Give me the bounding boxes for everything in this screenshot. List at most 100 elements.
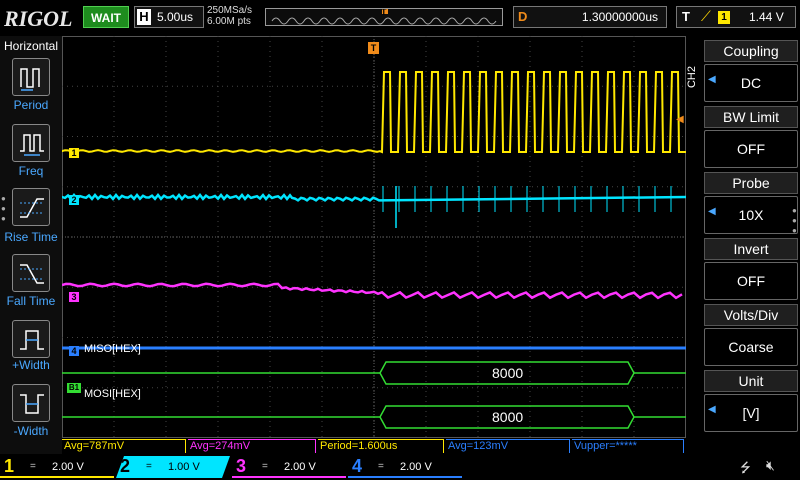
speaker-mute-icon[interactable]: 🔇︎ (766, 457, 775, 474)
channel-indicator: CH2 (686, 66, 698, 89)
left-function-menu: Horizontal Period Freq Rise Time Fall Ti… (0, 36, 62, 454)
miso-bus-value: 8000 (492, 365, 524, 381)
ch3-marker[interactable]: 3 (69, 292, 79, 302)
sample-rate: 250MSa/s (207, 5, 253, 16)
trigger-level: 1.44 V (749, 10, 784, 24)
trigger-box[interactable]: T ⟋ 1 1.44 V (676, 6, 796, 28)
ch4-marker[interactable]: 4 (69, 346, 79, 356)
pos-width-icon (20, 330, 44, 350)
top-status-bar: RIGOL WAIT H 5.00us 250MSa/s 6.00M pts T… (0, 0, 800, 36)
freq-button[interactable] (12, 124, 50, 162)
ch2-marker[interactable]: 2 (69, 195, 79, 205)
invert-title: Invert (704, 238, 798, 260)
coupling-value[interactable]: DC (704, 64, 798, 102)
delay-label: D (518, 9, 528, 24)
bw-limit-value[interactable]: OFF (704, 130, 798, 168)
run-status-badge[interactable]: WAIT (83, 6, 129, 28)
fall-time-label: Fall Time (6, 294, 56, 308)
left-menu-title: Horizontal (3, 39, 59, 53)
rigol-logo: RIGOL (4, 6, 73, 31)
miso-bus-label: MISO[HEX] (84, 343, 141, 355)
memory-trigger-marker: T (381, 8, 387, 17)
unit-value[interactable]: [V] (704, 394, 798, 432)
memory-depth: 6.00M pts (207, 16, 251, 27)
unit-menu[interactable]: Unit [V] ◀ (704, 370, 798, 434)
invert-value[interactable]: OFF (704, 262, 798, 300)
unit-title: Unit (704, 370, 798, 392)
waveform-display[interactable]: 1 2 3 4 B1 T ◀ MISO[HEX] MOSI[HEX] 8000 … (60, 36, 687, 438)
right-page-dots: ● ● ● (792, 206, 797, 235)
bus-marker[interactable]: B1 (67, 383, 81, 393)
trigger-source: 1 (718, 11, 730, 24)
probe-value[interactable]: 10X (704, 196, 798, 234)
probe-menu[interactable]: Probe 10X ◀ (704, 172, 798, 236)
right-channel-menu: CH2 Coupling DC ◀ BW Limit OFF Probe 10X… (686, 36, 800, 454)
fall-time-button[interactable] (12, 254, 50, 292)
rising-edge-icon: ⟋ (701, 8, 711, 24)
neg-width-button[interactable] (12, 384, 50, 422)
ch1-status[interactable]: 1 = 2.00 V (0, 456, 114, 478)
ch3-scale: 2.00 V (284, 461, 316, 473)
measurement-3[interactable]: Period=1.600us (318, 439, 444, 453)
invert-menu[interactable]: Invert OFF (704, 238, 798, 302)
measurement-1[interactable]: Avg=787mV (62, 439, 186, 453)
coupling-menu[interactable]: Coupling DC ◀ (704, 40, 798, 104)
coupling-title: Coupling (704, 40, 798, 62)
neg-width-label: -Width (13, 424, 49, 438)
probe-title: Probe (704, 172, 798, 194)
horizontal-label: H (137, 9, 151, 25)
waveform-canvas (60, 36, 687, 438)
freq-label: Freq (18, 164, 44, 178)
ch2-status[interactable]: 2 = 1.00 V (116, 456, 230, 478)
ch4-number: 4 (352, 456, 363, 476)
mosi-bus-label: MOSI[HEX] (84, 388, 141, 400)
ch1-coupling-icon: = (30, 461, 36, 472)
memory-overview-strip[interactable]: T (265, 8, 503, 26)
neg-width-icon (20, 394, 44, 414)
left-page-dots: ● ● ● (1, 194, 6, 223)
volts-div-value[interactable]: Coarse (704, 328, 798, 366)
ch4-scale: 2.00 V (400, 461, 432, 473)
unit-arrow-icon: ◀ (708, 404, 716, 415)
ch2-coupling-icon: = (146, 461, 152, 472)
freq-icon (20, 134, 44, 156)
ch2-number: 2 (120, 456, 131, 476)
period-label: Period (13, 98, 49, 112)
ch1-scale: 2.00 V (52, 461, 84, 473)
trigger-position-marker[interactable]: T (368, 42, 379, 54)
delay-box[interactable]: D 1.30000000us (513, 6, 667, 28)
usb-icon: ⭍ (740, 460, 751, 475)
bw-limit-menu[interactable]: BW Limit OFF (704, 106, 798, 170)
measurement-bar: Avg=787mV Avg=274mV Period=1.600us Avg=1… (62, 438, 686, 454)
ch1-number: 1 (4, 456, 15, 476)
delay-value: 1.30000000us (581, 10, 658, 24)
rise-time-label: Rise Time (4, 230, 58, 244)
ch4-status[interactable]: 4 = 2.00 V (348, 456, 462, 478)
ch2-scale: 1.00 V (168, 461, 200, 473)
ch3-number: 3 (236, 456, 247, 476)
volts-div-title: Volts/Div (704, 304, 798, 326)
fall-time-icon (20, 264, 44, 284)
volts-div-menu[interactable]: Volts/Div Coarse (704, 304, 798, 368)
ch3-status[interactable]: 3 = 2.00 V (232, 456, 346, 478)
ch4-coupling-icon: = (378, 461, 384, 472)
horizontal-scale[interactable]: H 5.00us (134, 6, 204, 28)
coupling-arrow-icon: ◀ (708, 74, 716, 85)
period-icon (20, 68, 40, 91)
trigger-label: T (682, 9, 690, 24)
measurement-5[interactable]: Vupper=***** (572, 439, 684, 453)
horizontal-value: 5.00us (157, 10, 194, 24)
probe-arrow-icon: ◀ (708, 206, 716, 217)
measurement-4[interactable]: Avg=123mV (446, 439, 570, 453)
period-button[interactable] (12, 58, 50, 96)
rise-time-button[interactable] (12, 188, 50, 226)
pos-width-button[interactable] (12, 320, 50, 358)
pos-width-label: +Width (12, 358, 50, 372)
bw-limit-title: BW Limit (704, 106, 798, 128)
mosi-bus-value: 8000 (492, 409, 524, 425)
ch1-marker[interactable]: 1 (69, 148, 79, 158)
trigger-level-arrow[interactable]: ◀ (676, 114, 684, 125)
measurement-2[interactable]: Avg=274mV (188, 439, 316, 453)
channel-status-bar: 1 = 2.00 V 2 = 1.00 V 3 = 2.00 V 4 = 2.0… (0, 454, 800, 480)
graticule (62, 36, 686, 438)
